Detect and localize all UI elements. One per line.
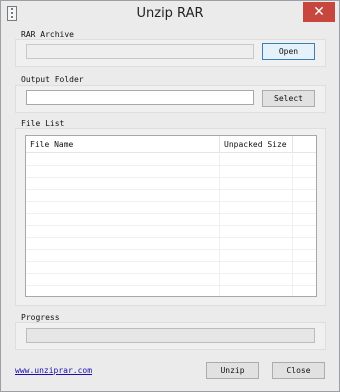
website-link[interactable]: www.unziprar.com	[15, 366, 92, 375]
output-folder-label: Output Folder	[21, 75, 84, 84]
close-icon[interactable]: ✕	[303, 2, 335, 22]
open-button[interactable]: Open	[262, 43, 315, 60]
file-list-view[interactable]: File Name Unpacked Size	[25, 135, 317, 297]
rar-archive-field[interactable]	[26, 44, 254, 64]
rar-archive-input[interactable]	[27, 51, 253, 64]
column-unpacked-size[interactable]: Unpacked Size	[220, 136, 293, 153]
rar-archive-label: RAR Archive	[21, 30, 74, 39]
title-bar[interactable]: Unzip RAR ✕	[1, 1, 339, 27]
column-file-name[interactable]: File Name	[26, 136, 220, 153]
output-folder-input[interactable]	[27, 97, 253, 110]
progress-bar	[26, 328, 315, 343]
window-title: Unzip RAR	[136, 6, 204, 21]
close-button[interactable]: Close	[272, 362, 325, 379]
select-button[interactable]: Select	[262, 90, 315, 107]
progress-label: Progress	[21, 313, 60, 322]
file-list-header: File Name Unpacked Size	[26, 136, 316, 153]
unzip-rar-window: Unzip RAR ✕ RAR Archive Open Output Fold…	[0, 0, 340, 392]
output-folder-field[interactable]	[26, 90, 254, 110]
file-list-label: File List	[21, 119, 65, 128]
file-list-rows	[26, 154, 316, 296]
unzip-button[interactable]: Unzip	[206, 362, 259, 379]
